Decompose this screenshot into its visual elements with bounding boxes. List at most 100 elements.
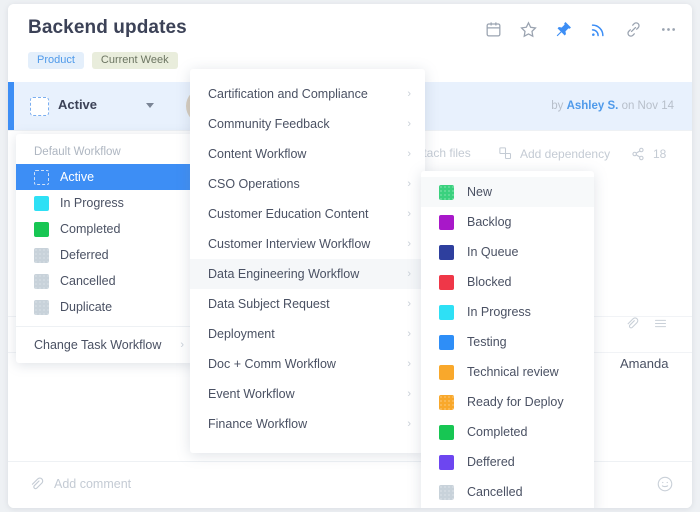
chevron-right-icon: ›	[407, 118, 411, 130]
workflow-list-item[interactable]: Deployment ›	[190, 319, 425, 349]
color-swatch	[439, 304, 454, 320]
workflow-item-label: Deferred	[60, 248, 109, 262]
emoji-icon[interactable]	[656, 475, 674, 498]
workflow-item-deferred[interactable]: Deferred	[16, 242, 198, 268]
share-count[interactable]: 18	[630, 146, 666, 162]
workflow-item-active[interactable]: Active	[16, 164, 198, 190]
workflow-list-items: Cartification and Compliance › Community F…	[190, 79, 425, 439]
status-item-completed[interactable]: Completed	[421, 417, 594, 447]
status-item-new[interactable]: New	[421, 177, 594, 207]
add-dependency-button[interactable]: Add dependency	[498, 146, 610, 161]
change-task-workflow-item[interactable]: Change Task Workflow ›	[16, 326, 198, 363]
color-swatch	[439, 244, 454, 260]
share-count-value: 18	[653, 147, 667, 161]
workflow-item-label: Completed	[60, 222, 121, 236]
status-item-label: Blocked	[467, 275, 512, 289]
status-item-ready-for-deploy[interactable]: Ready for Deploy	[421, 387, 594, 417]
status-list-menu: New Backlog In Queue Blocked In Progress Test…	[421, 171, 594, 508]
workflow-item-cancelled[interactable]: Cancelled	[16, 268, 198, 294]
color-swatch	[34, 169, 49, 185]
color-swatch	[439, 394, 454, 410]
status-item-label: Technical review	[467, 365, 559, 379]
chevron-right-icon: ›	[407, 178, 411, 190]
status-item-testing[interactable]: Testing	[421, 327, 594, 357]
workflow-list-item[interactable]: Data Subject Request ›	[190, 289, 425, 319]
list-icon[interactable]	[653, 316, 668, 331]
status-item-label: Completed	[467, 425, 528, 439]
workflow-item-in-progress[interactable]: In Progress	[16, 190, 198, 216]
workflow-list-item-label: Deployment	[208, 327, 275, 341]
status-item-technical-review[interactable]: Technical review	[421, 357, 594, 387]
color-swatch	[34, 273, 49, 289]
paperclip-icon[interactable]	[624, 316, 639, 331]
tag-current-week[interactable]: Current Week	[91, 52, 178, 69]
color-swatch	[439, 424, 454, 440]
workflow-list-item-label: Event Workflow	[208, 387, 295, 401]
link-icon[interactable]	[624, 20, 643, 39]
status-checkbox[interactable]	[30, 97, 49, 116]
workflow-list-item-label: Data Engineering Workflow	[208, 267, 360, 281]
color-swatch	[34, 299, 49, 315]
calendar-icon[interactable]	[484, 20, 503, 39]
workflow-list-item[interactable]: Customer Interview Workflow ›	[190, 229, 425, 259]
workflow-list-item[interactable]: Event Workflow ›	[190, 379, 425, 409]
status-item-in-progress[interactable]: In Progress	[421, 297, 594, 327]
color-swatch	[439, 364, 454, 380]
chevron-right-icon: ›	[407, 388, 411, 400]
attachment-paperclip-icon[interactable]	[28, 476, 44, 497]
chevron-right-icon: ›	[407, 328, 411, 340]
chevron-right-icon: ›	[407, 238, 411, 250]
tag-product[interactable]: Product	[28, 52, 84, 69]
workflow-item-duplicate[interactable]: Duplicate	[16, 294, 198, 320]
color-swatch	[34, 195, 49, 211]
color-swatch	[439, 184, 454, 200]
chevron-down-icon[interactable]	[146, 103, 154, 108]
workflow-list-item[interactable]: Finance Workflow ›	[190, 409, 425, 439]
color-swatch	[439, 334, 454, 350]
status-item-cancelled[interactable]: Cancelled	[421, 477, 594, 507]
workflow-list-item-label: CSO Operations	[208, 177, 300, 191]
status-item-label: In Progress	[467, 305, 531, 319]
tag-pills: Product Current Week	[28, 52, 178, 69]
status-item-in-queue[interactable]: In Queue	[421, 237, 594, 267]
workflow-list-item[interactable]: Content Workflow ›	[190, 139, 425, 169]
chevron-right-icon: ›	[407, 418, 411, 430]
workflow-item-completed[interactable]: Completed	[16, 216, 198, 242]
comment-input-placeholder[interactable]: Add comment	[54, 477, 131, 491]
workflow-list-item[interactable]: Doc + Comm Workflow ›	[190, 349, 425, 379]
dependency-icon	[498, 146, 513, 161]
workflow-list-item-label: Customer Education Content	[208, 207, 369, 221]
color-swatch	[439, 484, 454, 500]
more-options-icon[interactable]	[659, 20, 678, 39]
status-item-blocked[interactable]: Blocked	[421, 267, 594, 297]
page-title: Backend updates	[28, 17, 187, 38]
rss-icon[interactable]	[589, 20, 608, 39]
chevron-right-icon: ›	[407, 148, 411, 160]
workflow-list-item[interactable]: CSO Operations ›	[190, 169, 425, 199]
color-swatch	[439, 454, 454, 470]
pin-icon[interactable]	[554, 20, 573, 39]
status-item-backlog[interactable]: Backlog	[421, 207, 594, 237]
byline-author[interactable]: Ashley S.	[567, 100, 619, 112]
color-swatch	[34, 221, 49, 237]
star-icon[interactable]	[519, 20, 538, 39]
chevron-right-icon: ›	[180, 339, 184, 351]
status-item-label: Backlog	[467, 215, 512, 229]
workflow-list-item[interactable]: Community Feedback ›	[190, 109, 425, 139]
workflow-list-menu: Cartification and Compliance › Community F…	[190, 69, 425, 453]
workflow-list-item-label: Cartification and Compliance	[208, 87, 368, 101]
workflow-menu: Default Workflow Active In Progress Comple…	[16, 134, 198, 363]
status-item-deffered[interactable]: Deffered	[421, 447, 594, 477]
status-item-label: Testing	[467, 335, 507, 349]
workflow-list-item-label: Data Subject Request	[208, 297, 330, 311]
workflow-list-item[interactable]: Data Engineering Workflow ›	[190, 259, 425, 289]
status-item-label: Deffered	[467, 455, 515, 469]
workflow-item-label: Active	[60, 170, 95, 184]
workflow-list-item-label: Content Workflow	[208, 147, 307, 161]
workflow-item-label: In Progress	[60, 196, 124, 210]
status-label: Active	[58, 97, 98, 112]
workflow-menu-items: Active In Progress Completed Deferred Cancel…	[16, 164, 198, 320]
color-swatch	[34, 247, 49, 263]
workflow-list-item[interactable]: Customer Education Content ›	[190, 199, 425, 229]
workflow-list-item[interactable]: Cartification and Compliance ›	[190, 79, 425, 109]
